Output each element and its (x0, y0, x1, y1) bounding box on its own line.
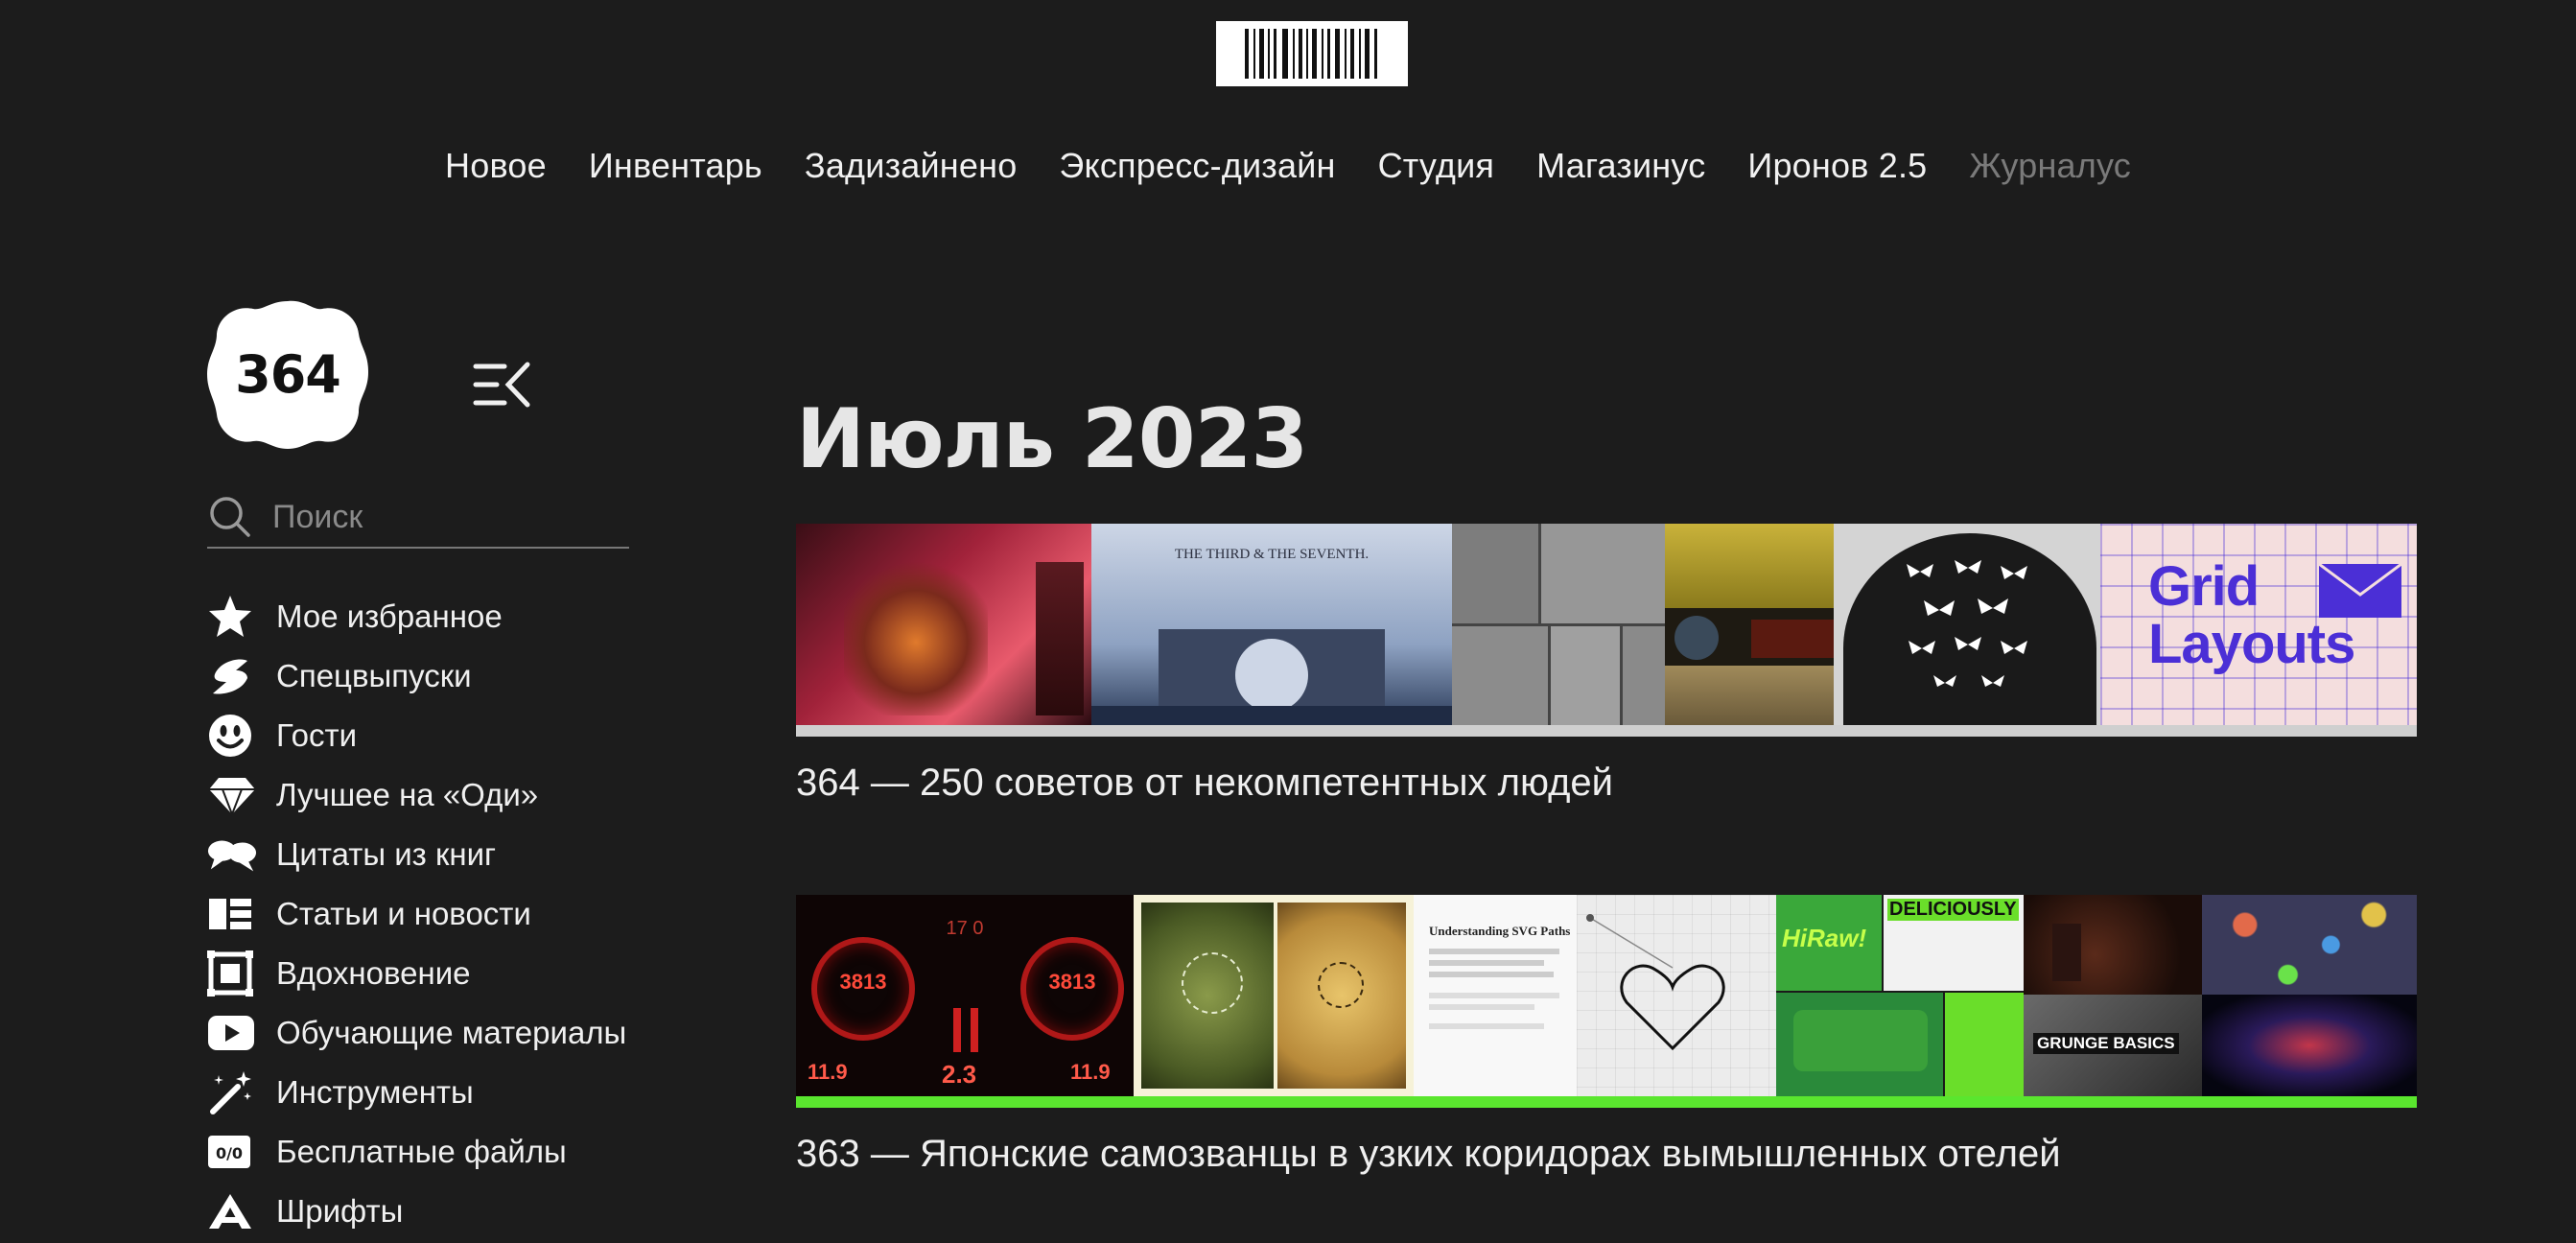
cover-tile-particles (2202, 895, 2417, 1096)
nav-link-new[interactable]: Новое (445, 146, 547, 186)
logo-text: 364 (235, 343, 341, 405)
top-navigation: Новое Инвентарь Задизайнено Экспресс-диз… (0, 146, 2576, 186)
cover-tile-svg-article: Understanding SVG Paths (1414, 895, 1577, 1096)
cover-tile-engravings (1452, 524, 1665, 725)
post-cover-strip: 3813 3813 17 0 11.9 2.3 11.9 Understandi… (796, 895, 2417, 1096)
star-icon (207, 592, 257, 642)
post-accent-bar (796, 725, 2417, 737)
sidebar-item-label: Инструменты (276, 1074, 474, 1110)
post-card-363[interactable]: 3813 3813 17 0 11.9 2.3 11.9 Understandi… (796, 895, 2417, 1176)
cover-tile-dashboard: 3813 3813 17 0 11.9 2.3 11.9 (796, 895, 1134, 1096)
lightning-icon (207, 651, 257, 701)
article-icon (207, 889, 257, 939)
envelope-icon (2319, 564, 2401, 618)
post-title[interactable]: 364 — 250 советов от некомпетентных люде… (796, 762, 2417, 805)
font-icon (207, 1186, 257, 1236)
cover-tile-fruits (1134, 895, 1414, 1096)
nav-link-shop[interactable]: Магазинус (1536, 146, 1705, 186)
site-logo[interactable]: 364 (205, 297, 370, 451)
sidebar-item-free-files[interactable]: 0/0 Бесплатные файлы (207, 1122, 667, 1182)
hiraw-label: HiRaw! (1782, 924, 1867, 952)
cover-tile-svg-heart (1577, 895, 1776, 1096)
sidebar-item-label: Обучающие материалы (276, 1015, 627, 1050)
search-bar (207, 487, 629, 549)
search-icon (210, 497, 250, 537)
cover-tile-robot-art (796, 524, 1091, 725)
sidebar-item-label: Гости (276, 717, 358, 753)
post-card-364[interactable]: THE THIRD & THE SEVENTH. Grid Layouts 36… (796, 524, 2417, 805)
gauge-right-value: 3813 (1048, 970, 1096, 994)
nav-link-designed[interactable]: Задизайнено (805, 146, 1018, 186)
search-input[interactable] (270, 497, 620, 537)
dashboard-readout-left: 11.9 (808, 1060, 848, 1084)
sidebar-item-tutorials[interactable]: Обучающие материалы (207, 1003, 667, 1063)
cover-tile-hiraw: HiRaw! DELICIOUSLY (1776, 895, 2024, 1096)
dashboard-top-readout: 17 0 (946, 918, 984, 939)
nav-link-express-design[interactable]: Экспресс-дизайн (1059, 146, 1335, 186)
sidebar-item-label: Спецвыпуски (276, 658, 472, 693)
sidebar-item-best-odi[interactable]: Лучшее на «Оди» (207, 765, 667, 825)
sidebar-item-label: Бесплатные файлы (276, 1134, 567, 1169)
gauge-left-value: 3813 (839, 970, 887, 994)
free-files-icon: 0/0 (207, 1127, 257, 1177)
sidebar-menu: Мое избранное Спецвыпуски Гости Лучшее н… (207, 587, 667, 1241)
cover-tile-butterflies (1834, 524, 2100, 725)
svg-article-title: Understanding SVG Paths (1429, 924, 1571, 938)
film-poster-title: THE THIRD & THE SEVENTH. (1174, 547, 1370, 562)
sidebar-item-articles[interactable]: Статьи и новости (207, 884, 667, 944)
sidebar-item-book-quotes[interactable]: Цитаты из книг (207, 825, 667, 884)
sidebar-item-label: Цитаты из книг (276, 836, 497, 872)
sidebar-item-guests[interactable]: Гости (207, 706, 667, 765)
play-icon (207, 1008, 257, 1058)
post-accent-bar (796, 1096, 2417, 1108)
frame-icon (207, 949, 257, 998)
grunge-basics-label: GRUNGE BASICS (2033, 1033, 2179, 1054)
cover-tile-film-poster: THE THIRD & THE SEVENTH. (1091, 524, 1452, 725)
nav-link-journal[interactable]: Журналус (1969, 146, 2131, 186)
barcode-logo[interactable] (1216, 21, 1408, 86)
post-cover-strip: THE THIRD & THE SEVENTH. Grid Layouts (796, 524, 2417, 725)
magic-wand-icon (207, 1067, 257, 1117)
sidebar-item-inspiration[interactable]: Вдохновение (207, 944, 667, 1003)
sidebar-item-label: Шрифты (276, 1193, 404, 1229)
cover-tile-grid-layouts: Grid Layouts (2100, 524, 2417, 725)
dashboard-readout-right: 11.9 (1070, 1060, 1111, 1084)
cover-tile-westworld (1665, 524, 1834, 725)
sidebar-item-label: Лучшее на «Оди» (276, 777, 539, 812)
sidebar-item-favorites[interactable]: Мое избранное (207, 587, 667, 646)
month-title: Июль 2023 (796, 391, 1308, 487)
quote-bubbles-icon (207, 830, 257, 879)
diamond-icon (207, 770, 257, 820)
sidebar-item-specials[interactable]: Спецвыпуски (207, 646, 667, 706)
deliciously-label: DELICIOUSLY (1887, 899, 2019, 921)
grid-layouts-word-2: Layouts (2148, 613, 2355, 675)
post-title[interactable]: 363 — Японские самозванцы в узких коридо… (796, 1133, 2417, 1176)
collapse-menu-icon[interactable] (472, 359, 533, 410)
sidebar-item-label: Мое избранное (276, 598, 503, 634)
nav-link-studio[interactable]: Студия (1378, 146, 1495, 186)
sidebar-item-fonts[interactable]: Шрифты (207, 1182, 667, 1241)
nav-link-ironov[interactable]: Иронов 2.5 (1747, 146, 1927, 186)
sidebar-item-label: Вдохновение (276, 955, 471, 991)
sidebar-item-label: Статьи и новости (276, 896, 531, 931)
smiley-icon (207, 711, 257, 761)
barcode-icon (1245, 29, 1377, 79)
cover-tile-grunge: GRUNGE BASICS (2024, 895, 2202, 1096)
dashboard-readout-center: 2.3 (942, 1060, 977, 1089)
free-files-icon-text: 0/0 (216, 1144, 243, 1162)
sidebar-item-tools[interactable]: Инструменты (207, 1063, 667, 1122)
nav-link-inventory[interactable]: Инвентарь (589, 146, 762, 186)
